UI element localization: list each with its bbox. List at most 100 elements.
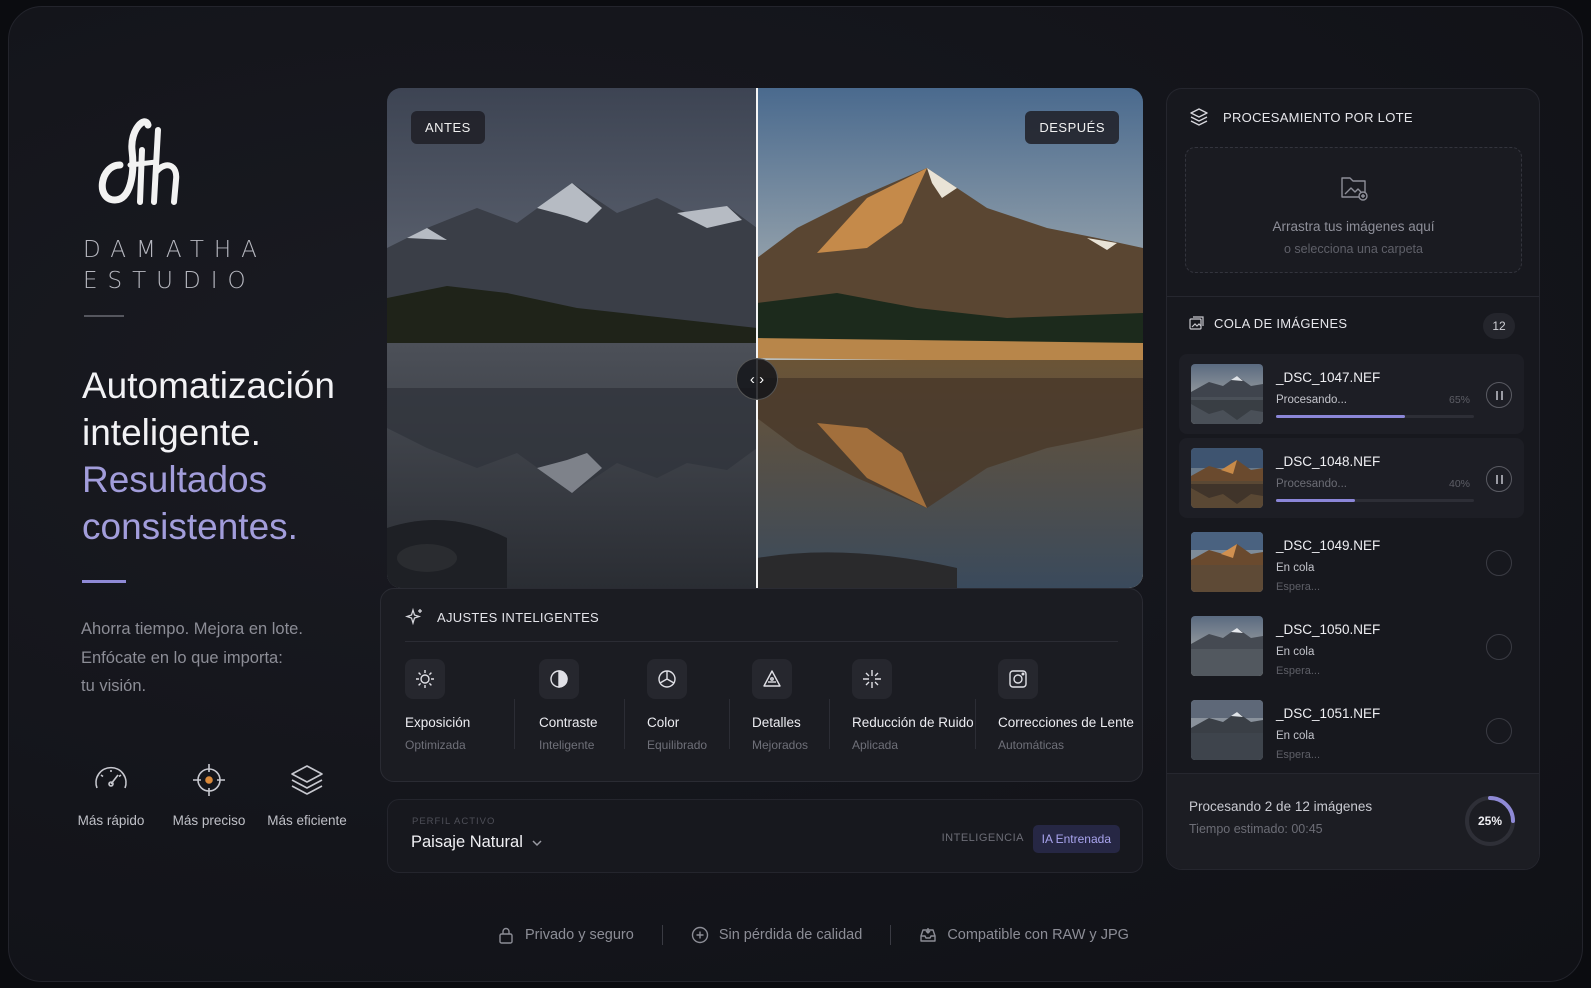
dropzone-text: Arrastra tus imágenes aquí xyxy=(1272,219,1435,234)
adjustment-subtitle: Inteligente xyxy=(539,738,595,752)
speedometer-icon xyxy=(95,766,127,789)
queue-header: COLA DE IMÁGENES xyxy=(1189,316,1347,331)
contrast-icon xyxy=(550,670,568,688)
adjustment-noise-reduction[interactable]: Reducción de Ruido Aplicada xyxy=(830,659,976,752)
adjustment-title: Detalles xyxy=(752,715,801,730)
sun-icon xyxy=(416,670,434,688)
compare-handle[interactable]: ‹ › xyxy=(736,358,778,400)
layers-icon xyxy=(291,765,323,795)
adjustment-icon xyxy=(539,659,579,699)
file-status: En cola xyxy=(1276,646,1315,658)
adjustment-subtitle: Automáticas xyxy=(998,738,1065,752)
batch-summary: Procesando 2 de 12 imágenes Tiempo estim… xyxy=(1167,773,1539,869)
thumbnail xyxy=(1191,616,1263,676)
before-after-preview[interactable]: ‹ › ANTES DESPUÉS xyxy=(387,88,1143,588)
overall-percent: 25% xyxy=(1477,814,1503,828)
thumbnail xyxy=(1191,532,1263,592)
image-dropzone[interactable]: Arrastra tus imágenes aquí o selecciona … xyxy=(1185,147,1522,273)
compare-divider[interactable] xyxy=(756,88,758,588)
footer-label: Privado y seguro xyxy=(525,927,634,943)
tray-icon xyxy=(920,928,937,942)
queue-status-indicator[interactable] xyxy=(1486,634,1512,660)
file-name: _DSC_1051.NEF xyxy=(1276,706,1381,721)
pause-icon xyxy=(1495,474,1503,484)
pause-icon xyxy=(1495,390,1503,400)
progress-fill xyxy=(1276,415,1405,418)
headline-line1: Automatización xyxy=(82,365,335,406)
footer-label: Sin pérdida de calidad xyxy=(718,927,863,943)
queue-item[interactable]: _DSC_1051.NEF En cola Espera... xyxy=(1179,690,1524,770)
pause-button[interactable] xyxy=(1486,466,1512,492)
chevron-down-icon xyxy=(532,839,542,846)
divider xyxy=(661,925,663,945)
feature-label: Más eficiente xyxy=(267,813,347,828)
feature-efficient: Más eficiente xyxy=(258,760,356,830)
feature-label: Más rápido xyxy=(77,813,145,828)
adjustment-details[interactable]: Detalles Mejorados xyxy=(730,659,830,752)
file-name: _DSC_1047.NEF xyxy=(1276,370,1381,385)
profile-label: PERFIL ACTIVO xyxy=(412,816,496,827)
triangle-detail-icon xyxy=(763,670,781,687)
adjustment-subtitle: Aplicada xyxy=(852,738,899,752)
adjustment-icon xyxy=(647,659,687,699)
adjustment-subtitle: Optimizada xyxy=(405,738,466,752)
queue-item[interactable]: _DSC_1048.NEF Procesando... 40% xyxy=(1179,438,1524,518)
plus-circle-icon xyxy=(691,926,709,944)
layers-icon xyxy=(1190,108,1208,126)
brand-name-line2: ESTUDIO xyxy=(83,268,256,294)
adjustment-icon xyxy=(405,659,445,699)
adjustment-title: Correcciones de Lente xyxy=(998,715,1134,730)
progress-fill xyxy=(1276,499,1356,502)
subtitle-line3: tu visión. xyxy=(81,677,147,695)
queue-count-badge: 12 xyxy=(1483,313,1515,339)
pause-button[interactable] xyxy=(1486,382,1512,408)
lock-icon xyxy=(499,927,513,944)
batch-header: PROCESAMIENTO POR LOTE xyxy=(1189,107,1413,127)
headline-accent-line1: Resultados xyxy=(82,459,268,500)
file-status: En cola xyxy=(1276,730,1315,742)
after-image xyxy=(757,88,1143,588)
smart-adjustments-header: AJUSTES INTELIGENTES xyxy=(405,607,599,627)
adjustment-title: Reducción de Ruido xyxy=(852,715,974,730)
feature-precise: Más preciso xyxy=(160,760,258,830)
adjustment-exposure[interactable]: Exposición Optimizada xyxy=(405,659,515,752)
feature-label: Más preciso xyxy=(172,813,246,828)
intelligence-badge: IA Entrenada xyxy=(1032,825,1120,853)
headline-accent-line2: consistentes. xyxy=(82,506,298,547)
file-substatus: Espera... xyxy=(1276,665,1321,677)
headline-line2: inteligente. xyxy=(82,412,261,453)
file-name: _DSC_1048.NEF xyxy=(1276,454,1381,469)
adjustment-lens-corrections[interactable]: Correcciones de Lente Automáticas xyxy=(976,659,1134,752)
queue-item[interactable]: _DSC_1049.NEF En cola Espera... xyxy=(1179,522,1524,602)
file-substatus: Espera... xyxy=(1276,749,1321,761)
images-icon xyxy=(1189,316,1204,330)
file-percent: 40% xyxy=(1449,478,1471,490)
smart-adjustments-title: AJUSTES INTELIGENTES xyxy=(437,609,600,625)
adjustment-color[interactable]: Color Equilibrado xyxy=(625,659,730,752)
footer-item-private: Privado y seguro xyxy=(497,926,634,944)
lens-icon xyxy=(1009,670,1027,688)
brand-logo xyxy=(98,118,180,205)
footer-item-quality: Sin pérdida de calidad xyxy=(691,926,863,944)
profile-value: Paisaje Natural xyxy=(411,833,523,851)
subtitle-line2: Enfócate en lo que importa: xyxy=(81,648,283,667)
adjustment-icon xyxy=(852,659,892,699)
crosshair-icon xyxy=(193,764,225,796)
divider xyxy=(1167,296,1539,297)
queue-item[interactable]: _DSC_1050.NEF En cola Espera... xyxy=(1179,606,1524,686)
sparkles-icon xyxy=(405,607,422,626)
hero-headline: Automatización inteligente. Resultados c… xyxy=(82,362,382,550)
footer-features: Privado y seguro Sin pérdida de calidad … xyxy=(497,925,1129,945)
sparkle-icon xyxy=(863,670,881,688)
folder-image-icon xyxy=(1340,177,1368,201)
profile-select[interactable]: Paisaje Natural xyxy=(411,833,543,852)
queue-title: COLA DE IMÁGENES xyxy=(1214,316,1348,331)
queue-status-indicator[interactable] xyxy=(1486,550,1512,576)
queue-status-indicator[interactable] xyxy=(1486,718,1512,744)
before-label: ANTES xyxy=(411,111,485,144)
footer-item-compatible: Compatible con RAW y JPG xyxy=(919,926,1129,944)
feature-faster: Más rápido xyxy=(62,760,160,830)
adjustment-list: Exposición Optimizada Contraste Intelige… xyxy=(405,659,1134,752)
queue-item[interactable]: _DSC_1047.NEF Procesando... 65% xyxy=(1179,354,1524,434)
adjustment-contrast[interactable]: Contraste Inteligente xyxy=(515,659,625,752)
